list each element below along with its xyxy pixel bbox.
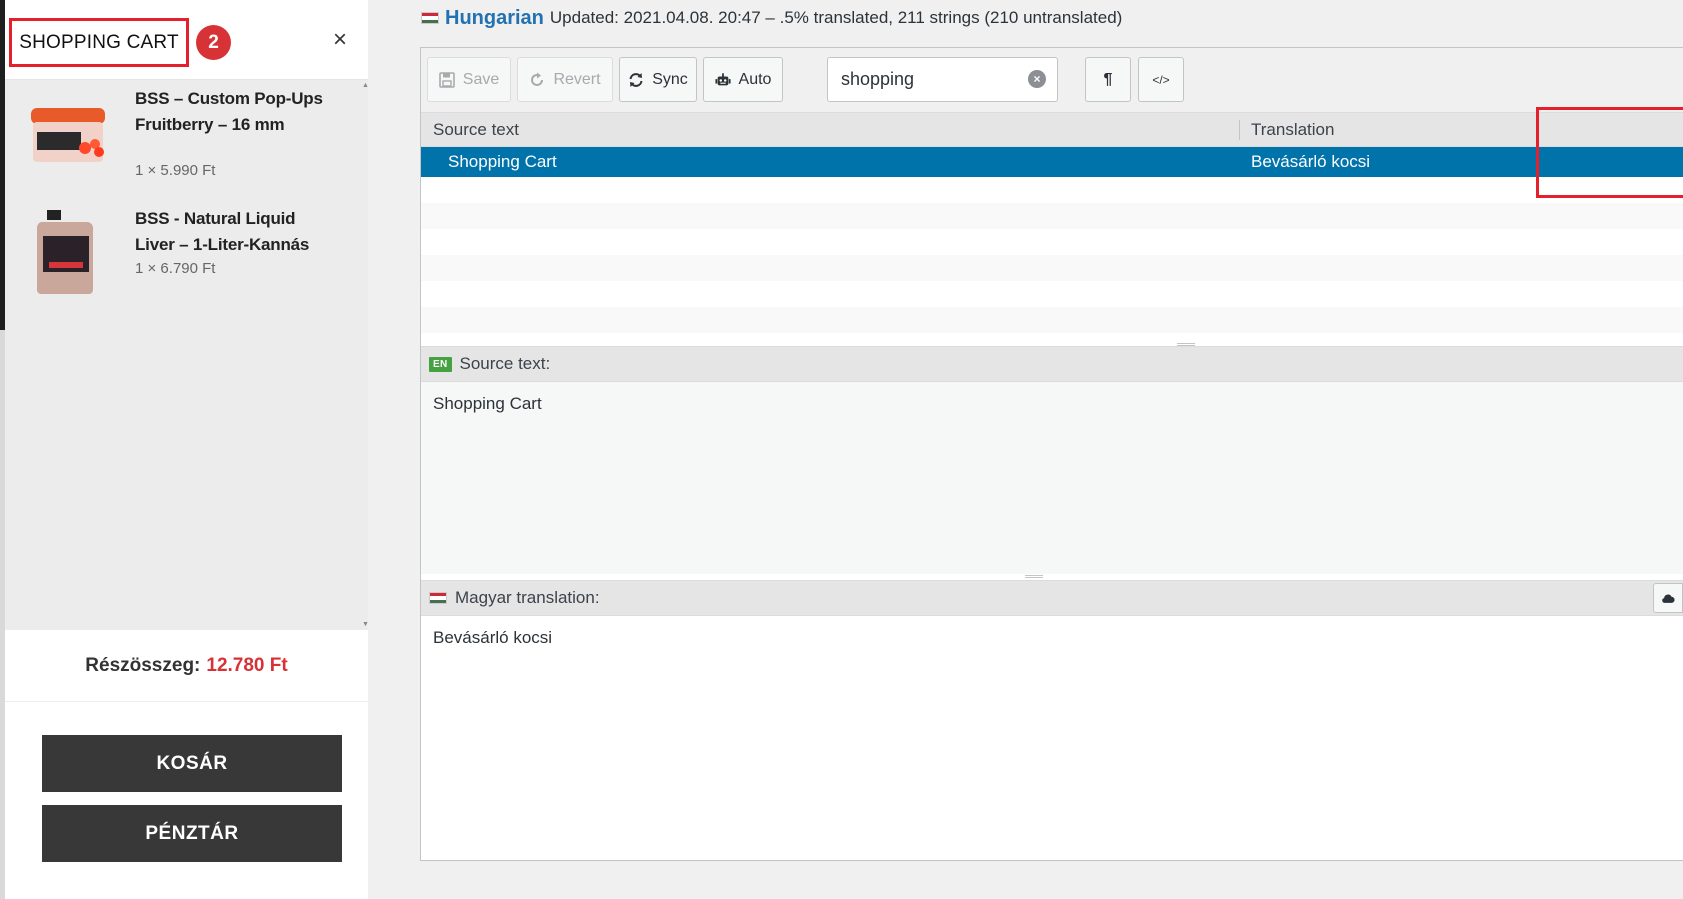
robot-icon bbox=[714, 72, 731, 85]
toggle-invisibles-button[interactable]: ¶ bbox=[1085, 57, 1131, 102]
toggle-code-button[interactable]: </> bbox=[1138, 57, 1184, 102]
code-icon: </> bbox=[1152, 72, 1170, 87]
save-button[interactable]: Save bbox=[427, 57, 511, 102]
language-header: Hungarian Updated: 2021.04.08. 20:47 – .… bbox=[421, 6, 1122, 30]
cart-item-qty-price: 1 × 6.790 Ft bbox=[135, 260, 216, 277]
source-pane-header: EN Source text: bbox=[421, 346, 1683, 382]
translation-pane-label: Magyar translation: bbox=[455, 588, 600, 607]
pilcrow-icon: ¶ bbox=[1103, 70, 1113, 88]
save-icon bbox=[438, 71, 455, 88]
strings-grid-header: Source text Translation bbox=[421, 113, 1683, 147]
suggest-translation-button[interactable] bbox=[1653, 583, 1683, 613]
translation-pane-header: Magyar translation: bbox=[421, 580, 1683, 616]
step-badge: 2 bbox=[196, 25, 231, 60]
column-divider[interactable] bbox=[1239, 120, 1240, 140]
english-badge: EN bbox=[429, 356, 452, 372]
resize-handle[interactable] bbox=[1025, 575, 1043, 578]
source-text: Shopping Cart bbox=[433, 394, 542, 413]
editor-toolbar: Save Revert Sync Auto × ¶ </> bbox=[421, 48, 1683, 113]
source-pane-label: Source text: bbox=[459, 354, 551, 373]
clear-search-icon[interactable]: × bbox=[1028, 70, 1046, 88]
checkout-button[interactable]: PÉNZTÁR bbox=[42, 805, 342, 862]
auto-label: Auto bbox=[738, 70, 772, 88]
hungary-flag-icon bbox=[421, 12, 439, 24]
cart-item-name[interactable]: BSS – Custom Pop-Ups Fruitberry – 16 mm bbox=[135, 86, 325, 138]
empty-row bbox=[421, 203, 1683, 229]
column-header-translation[interactable]: Translation bbox=[1251, 113, 1334, 147]
translation-text[interactable]: Bevásárló kocsi bbox=[433, 628, 552, 647]
translation-editor: Save Revert Sync Auto × ¶ </> bbox=[420, 47, 1683, 861]
liquid-bottle-icon bbox=[36, 210, 93, 294]
cart-subtotal: Részösszeg: 12.780 Ft bbox=[5, 630, 368, 702]
translation-editor-field[interactable]: Bevásárló kocsi bbox=[421, 616, 1683, 860]
cart-title: SHOPPING CART bbox=[19, 31, 179, 53]
subtotal-value: 12.780 Ft bbox=[206, 654, 288, 676]
column-header-source[interactable]: Source text bbox=[433, 113, 519, 147]
sync-button[interactable]: Sync bbox=[619, 57, 697, 102]
popups-jar-icon bbox=[31, 108, 105, 162]
revert-label: Revert bbox=[553, 70, 601, 88]
close-icon[interactable]: × bbox=[333, 28, 347, 52]
sync-icon bbox=[629, 72, 643, 87]
search-input[interactable] bbox=[827, 57, 1058, 102]
shopping-cart-panel: SHOPPING CART 2 × BSS – Custom Pop-Ups F… bbox=[5, 0, 369, 899]
cart-item[interactable]: BSS - Natural Liquid Liver – 1-Liter-Kan… bbox=[5, 202, 362, 322]
subtotal-label: Részösszeg: bbox=[85, 654, 201, 676]
cart-header: SHOPPING CART 2 × bbox=[5, 0, 368, 80]
language-stats: Updated: 2021.04.08. 20:47 – .5% transla… bbox=[549, 8, 1123, 27]
language-name[interactable]: Hungarian bbox=[445, 7, 544, 30]
sync-label: Sync bbox=[652, 70, 688, 88]
strings-grid: Shopping Cart Bevásárló kocsi bbox=[421, 147, 1683, 346]
view-cart-button[interactable]: KOSÁR bbox=[42, 735, 342, 792]
revert-button[interactable]: Revert bbox=[517, 57, 613, 102]
hungary-flag-icon bbox=[429, 592, 447, 604]
cart-item-qty-price: 1 × 5.990 Ft bbox=[135, 162, 216, 179]
cart-item[interactable]: BSS – Custom Pop-Ups Fruitberry – 16 mm … bbox=[5, 80, 362, 200]
save-label: Save bbox=[462, 70, 500, 88]
cart-item-name[interactable]: BSS - Natural Liquid Liver – 1-Liter-Kan… bbox=[135, 206, 325, 258]
cart-item-list: BSS – Custom Pop-Ups Fruitberry – 16 mm … bbox=[5, 80, 362, 630]
cart-title-highlight: SHOPPING CART bbox=[9, 18, 189, 67]
source-text-view: Shopping Cart bbox=[421, 382, 1683, 574]
row-translation-text: Bevásárló kocsi bbox=[1251, 152, 1371, 171]
table-row-selected[interactable]: Shopping Cart Bevásárló kocsi bbox=[421, 147, 1683, 177]
translation-editor-page: Hungarian Updated: 2021.04.08. 20:47 – .… bbox=[368, 0, 1683, 899]
row-source-text: Shopping Cart bbox=[448, 152, 557, 171]
empty-row bbox=[421, 307, 1683, 333]
empty-row bbox=[421, 255, 1683, 281]
auto-translate-button[interactable]: Auto bbox=[703, 57, 783, 102]
revert-icon bbox=[531, 72, 544, 86]
cloud-icon bbox=[1662, 594, 1675, 603]
